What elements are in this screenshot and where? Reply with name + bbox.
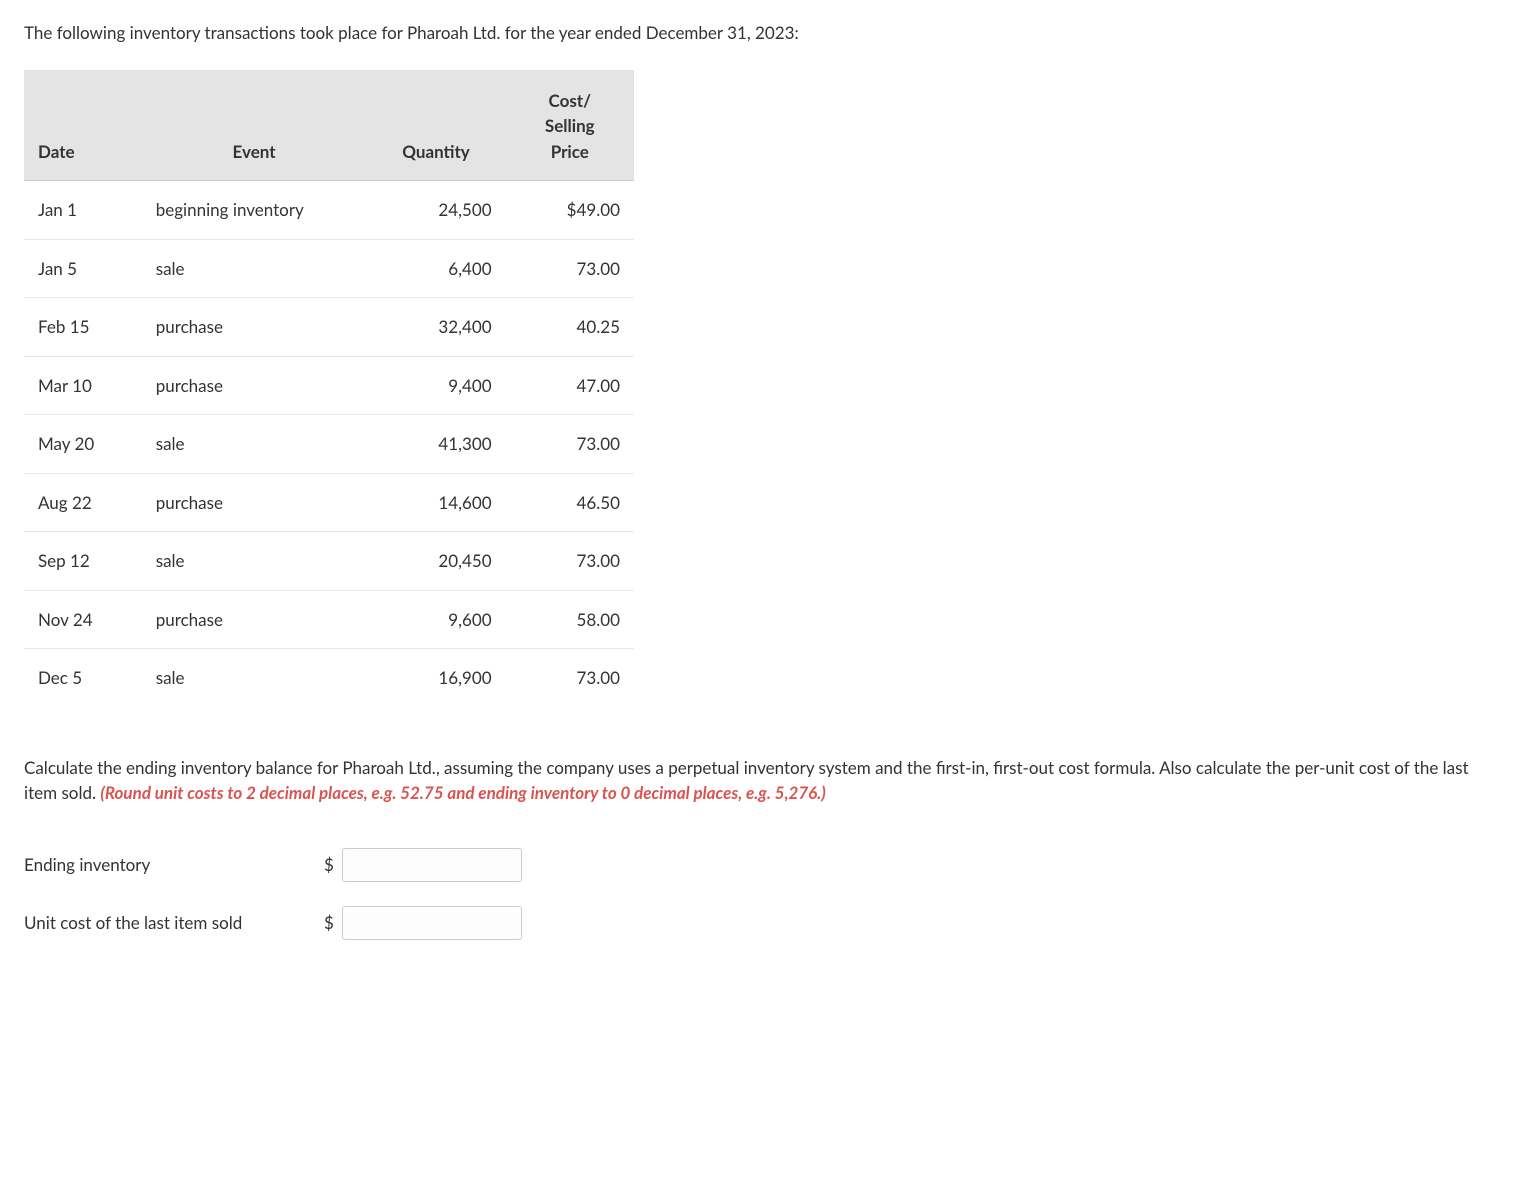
cell-quantity: 20,450	[366, 532, 505, 591]
table-row: Jan 5 sale 6,400 73.00	[24, 239, 634, 298]
header-price-line2: Selling	[545, 115, 595, 136]
unit-cost-input[interactable]	[342, 906, 522, 940]
ending-inventory-row: Ending inventory $	[24, 848, 1496, 882]
cell-quantity: 9,400	[366, 356, 505, 415]
cell-event: beginning inventory	[142, 181, 367, 240]
table-body: Jan 1 beginning inventory 24,500 $49.00 …	[24, 181, 634, 707]
cell-price: 47.00	[506, 356, 634, 415]
cell-price: 58.00	[506, 590, 634, 649]
cell-date: Jan 1	[24, 181, 142, 240]
ending-inventory-label: Ending inventory	[24, 852, 324, 878]
cell-quantity: 32,400	[366, 298, 505, 357]
cell-quantity: 14,600	[366, 473, 505, 532]
cell-quantity: 6,400	[366, 239, 505, 298]
cell-event: sale	[142, 532, 367, 591]
cell-quantity: 9,600	[366, 590, 505, 649]
cell-event: purchase	[142, 590, 367, 649]
instruction-text: Calculate the ending inventory balance f…	[24, 755, 1496, 806]
cell-event: sale	[142, 415, 367, 474]
cell-event: purchase	[142, 356, 367, 415]
cell-price: 73.00	[506, 239, 634, 298]
cell-event: purchase	[142, 298, 367, 357]
cell-price: 40.25	[506, 298, 634, 357]
header-price-line1: Cost/	[549, 90, 592, 111]
table-row: Feb 15 purchase 32,400 40.25	[24, 298, 634, 357]
cell-quantity: 16,900	[366, 649, 505, 707]
cell-date: Feb 15	[24, 298, 142, 357]
dollar-sign: $	[324, 910, 334, 936]
header-event: Event	[142, 70, 367, 181]
cell-date: Sep 12	[24, 532, 142, 591]
cell-price: 73.00	[506, 532, 634, 591]
table-row: Nov 24 purchase 9,600 58.00	[24, 590, 634, 649]
cell-date: Aug 22	[24, 473, 142, 532]
table-row: Sep 12 sale 20,450 73.00	[24, 532, 634, 591]
inventory-table: Date Event Quantity Cost/ Selling Price …	[24, 70, 634, 707]
cell-date: May 20	[24, 415, 142, 474]
cell-price: 46.50	[506, 473, 634, 532]
instruction-red: (Round unit costs to 2 decimal places, e…	[100, 782, 825, 803]
ending-inventory-input[interactable]	[342, 848, 522, 882]
header-quantity: Quantity	[366, 70, 505, 181]
table-row: May 20 sale 41,300 73.00	[24, 415, 634, 474]
table-row: Aug 22 purchase 14,600 46.50	[24, 473, 634, 532]
cell-date: Jan 5	[24, 239, 142, 298]
table-row: Dec 5 sale 16,900 73.00	[24, 649, 634, 707]
intro-text: The following inventory transactions too…	[24, 20, 1496, 46]
cell-price: $49.00	[506, 181, 634, 240]
unit-cost-label: Unit cost of the last item sold	[24, 910, 324, 936]
cell-quantity: 41,300	[366, 415, 505, 474]
cell-date: Nov 24	[24, 590, 142, 649]
dollar-sign: $	[324, 852, 334, 878]
cell-price: 73.00	[506, 649, 634, 707]
cell-date: Dec 5	[24, 649, 142, 707]
unit-cost-row: Unit cost of the last item sold $	[24, 906, 1496, 940]
header-price: Cost/ Selling Price	[506, 70, 634, 181]
table-row: Jan 1 beginning inventory 24,500 $49.00	[24, 181, 634, 240]
cell-quantity: 24,500	[366, 181, 505, 240]
cell-event: purchase	[142, 473, 367, 532]
cell-price: 73.00	[506, 415, 634, 474]
table-header-row: Date Event Quantity Cost/ Selling Price	[24, 70, 634, 181]
cell-event: sale	[142, 649, 367, 707]
table-row: Mar 10 purchase 9,400 47.00	[24, 356, 634, 415]
header-date: Date	[24, 70, 142, 181]
cell-event: sale	[142, 239, 367, 298]
cell-date: Mar 10	[24, 356, 142, 415]
header-price-line3: Price	[551, 141, 589, 162]
